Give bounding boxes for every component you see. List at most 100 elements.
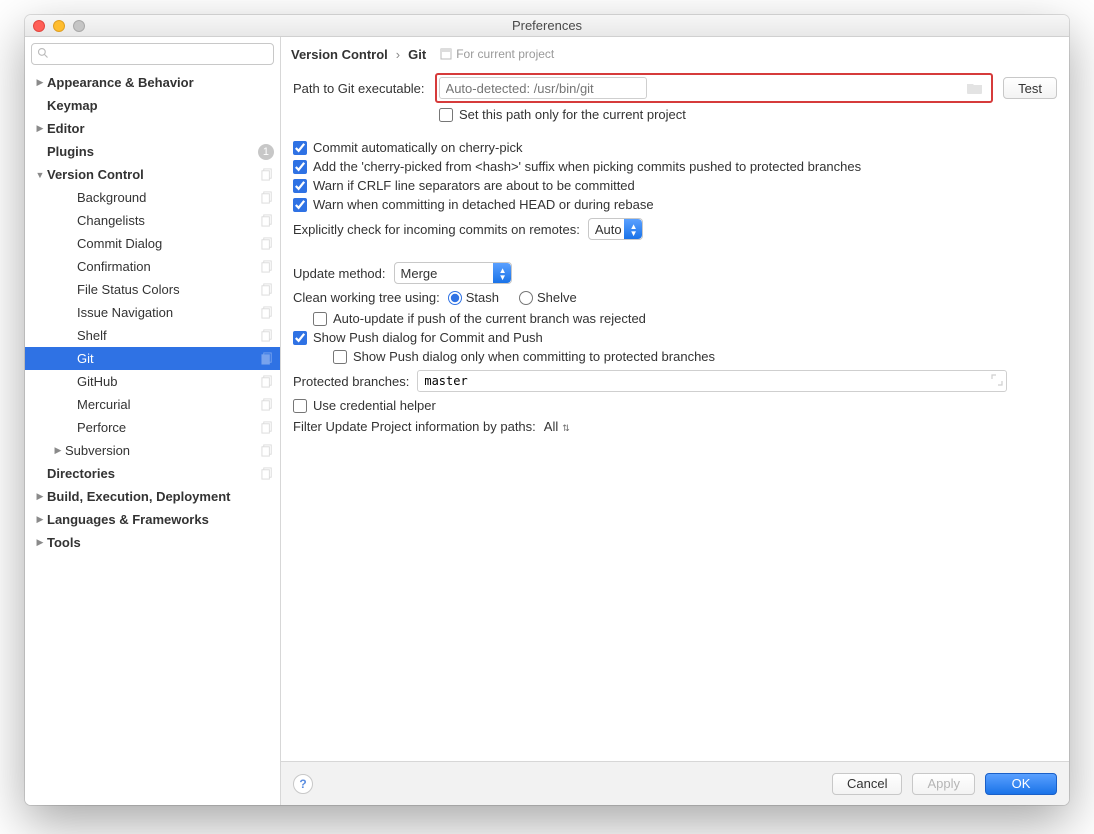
project-scope-icon	[261, 329, 274, 342]
project-scope-icon	[261, 421, 274, 434]
sidebar-item-perforce[interactable]: Perforce	[25, 416, 280, 439]
sidebar-item-label: Version Control	[47, 167, 257, 182]
sidebar-item-label: Appearance & Behavior	[47, 75, 274, 90]
sidebar-item-label: Background	[77, 190, 257, 205]
sidebar-item-label: Subversion	[65, 443, 257, 458]
sidebar-item-label: Shelf	[77, 328, 257, 343]
dialog-footer: ? Cancel Apply OK	[281, 761, 1069, 805]
sidebar-item-plugins[interactable]: Plugins 1	[25, 140, 280, 163]
breadcrumb-root[interactable]: Version Control	[291, 47, 388, 62]
filter-update-value[interactable]: All⇅	[544, 419, 570, 434]
protected-branches-label: Protected branches:	[293, 374, 409, 389]
sidebar-item-label: Editor	[47, 121, 274, 136]
breadcrumb: Version Control › Git For current projec…	[281, 37, 1069, 65]
sidebar-item-label: Commit Dialog	[77, 236, 257, 251]
commit-auto-cherry-pick-checkbox[interactable]	[293, 141, 307, 155]
sidebar-item-git[interactable]: Git	[25, 347, 280, 370]
sidebar-item-shelf[interactable]: Shelf	[25, 324, 280, 347]
protected-branches-input[interactable]	[417, 370, 1007, 392]
sidebar: ▶Appearance & BehaviorKeymap▶EditorPlugi…	[25, 37, 281, 805]
test-button[interactable]: Test	[1003, 77, 1057, 99]
disclosure-arrow-icon: ▶	[35, 537, 45, 548]
use-credential-helper-checkbox[interactable]	[293, 399, 307, 413]
sidebar-item-commit-dialog[interactable]: Commit Dialog	[25, 232, 280, 255]
project-scope-icon	[261, 306, 274, 319]
project-scope-icon	[261, 444, 274, 457]
sidebar-item-label: File Status Colors	[77, 282, 257, 297]
show-push-dialog-checkbox[interactable]	[293, 331, 307, 345]
sidebar-item-keymap[interactable]: Keymap	[25, 94, 280, 117]
sidebar-item-confirmation[interactable]: Confirmation	[25, 255, 280, 278]
chevron-right-icon: ›	[396, 47, 400, 62]
update-method-select[interactable]: Merge ▲▼	[394, 262, 512, 284]
disclosure-arrow-icon: ▶	[35, 77, 45, 88]
sidebar-item-label: Plugins	[47, 144, 254, 159]
sidebar-item-background[interactable]: Background	[25, 186, 280, 209]
settings-tree[interactable]: ▶Appearance & BehaviorKeymap▶EditorPlugi…	[25, 69, 280, 805]
sidebar-item-changelists[interactable]: Changelists	[25, 209, 280, 232]
count-badge: 1	[258, 144, 274, 160]
help-button[interactable]: ?	[293, 774, 313, 794]
ok-button[interactable]: OK	[985, 773, 1057, 795]
incoming-commits-select[interactable]: Auto ▲▼	[588, 218, 643, 240]
sidebar-item-version-control[interactable]: ▼Version Control	[25, 163, 280, 186]
sidebar-item-label: Build, Execution, Deployment	[47, 489, 274, 504]
filter-update-label: Filter Update Project information by pat…	[293, 419, 536, 434]
project-scope-icon	[261, 237, 274, 250]
sidebar-item-github[interactable]: GitHub	[25, 370, 280, 393]
incoming-label: Explicitly check for incoming commits on…	[293, 222, 580, 237]
shelve-radio[interactable]: Shelve	[519, 290, 577, 305]
chevron-updown-icon: ▲▼	[499, 267, 507, 281]
folder-icon[interactable]	[967, 81, 983, 95]
expand-icon[interactable]	[991, 374, 1003, 386]
git-executable-path-input[interactable]	[439, 77, 647, 99]
sidebar-item-label: Directories	[47, 466, 257, 481]
sidebar-item-build-execution-deployment[interactable]: ▶Build, Execution, Deployment	[25, 485, 280, 508]
sidebar-item-label: Languages & Frameworks	[47, 512, 274, 527]
search-input[interactable]	[31, 43, 274, 65]
sidebar-item-mercurial[interactable]: Mercurial	[25, 393, 280, 416]
sidebar-item-label: Keymap	[47, 98, 274, 113]
project-scope-icon	[261, 375, 274, 388]
scope-hint: For current project	[440, 47, 554, 61]
project-scope-icon	[440, 48, 452, 60]
sidebar-item-tools[interactable]: ▶Tools	[25, 531, 280, 554]
auto-update-rejected-push-checkbox[interactable]	[313, 312, 327, 326]
disclosure-arrow-icon: ▶	[35, 123, 45, 134]
set-path-project-only-checkbox[interactable]	[439, 108, 453, 122]
sidebar-item-directories[interactable]: Directories	[25, 462, 280, 485]
sidebar-item-languages-frameworks[interactable]: ▶Languages & Frameworks	[25, 508, 280, 531]
sidebar-item-label: Perforce	[77, 420, 257, 435]
cherry-picked-suffix-checkbox[interactable]	[293, 160, 307, 174]
project-scope-icon	[261, 352, 274, 365]
cancel-button[interactable]: Cancel	[832, 773, 902, 795]
clean-tree-label: Clean working tree using:	[293, 290, 440, 305]
disclosure-arrow-icon: ▶	[53, 445, 63, 456]
window-title: Preferences	[25, 18, 1069, 33]
preferences-window: Preferences ▶Appearance & BehaviorKeymap…	[25, 15, 1069, 805]
project-scope-icon	[261, 214, 274, 227]
search-icon	[37, 47, 49, 59]
sidebar-item-label: Tools	[47, 535, 274, 550]
main-panel: Version Control › Git For current projec…	[281, 37, 1069, 805]
sidebar-item-issue-navigation[interactable]: Issue Navigation	[25, 301, 280, 324]
sidebar-item-label: Confirmation	[77, 259, 257, 274]
warn-detached-head-checkbox[interactable]	[293, 198, 307, 212]
sidebar-item-editor[interactable]: ▶Editor	[25, 117, 280, 140]
sidebar-item-file-status-colors[interactable]: File Status Colors	[25, 278, 280, 301]
stash-radio[interactable]: Stash	[448, 290, 499, 305]
set-path-project-only-label: Set this path only for the current proje…	[459, 107, 686, 122]
sidebar-item-subversion[interactable]: ▶Subversion	[25, 439, 280, 462]
sidebar-item-appearance-behavior[interactable]: ▶Appearance & Behavior	[25, 71, 280, 94]
warn-crlf-checkbox[interactable]	[293, 179, 307, 193]
chevron-updown-icon: ▲▼	[630, 223, 638, 237]
project-scope-icon	[261, 398, 274, 411]
show-push-dialog-protected-checkbox[interactable]	[333, 350, 347, 364]
apply-button[interactable]: Apply	[912, 773, 975, 795]
chevron-updown-icon: ⇅	[562, 423, 570, 433]
sidebar-item-label: Mercurial	[77, 397, 257, 412]
project-scope-icon	[261, 191, 274, 204]
project-scope-icon	[261, 467, 274, 480]
disclosure-arrow-icon: ▶	[35, 514, 45, 525]
disclosure-arrow-icon: ▼	[35, 170, 45, 180]
